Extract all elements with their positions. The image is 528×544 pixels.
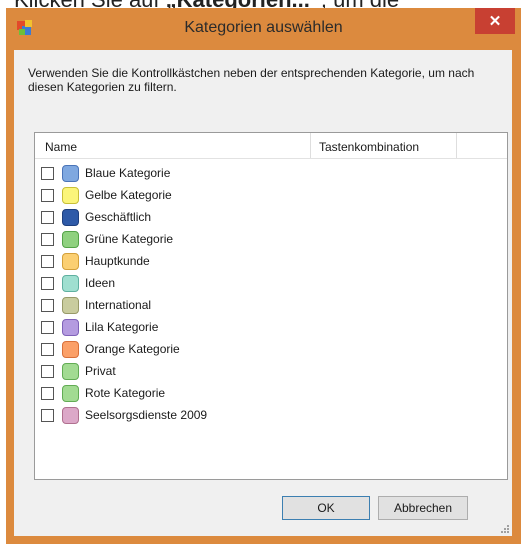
category-checkbox[interactable] — [41, 233, 54, 246]
category-row[interactable]: Hauptkunde — [35, 251, 507, 273]
category-checkbox[interactable] — [41, 255, 54, 268]
category-label: Hauptkunde — [85, 254, 150, 268]
category-checkbox[interactable] — [41, 387, 54, 400]
categories-dialog: Kategorien auswählen ✕ Verwenden Sie die… — [6, 8, 521, 544]
title-bar[interactable]: Kategorien auswählen ✕ — [6, 8, 521, 50]
category-list[interactable]: Name Tastenkombination Blaue Kategorie Ge… — [34, 132, 508, 480]
ok-button[interactable]: OK — [282, 496, 370, 520]
close-button[interactable]: ✕ — [475, 8, 515, 34]
category-label: Rote Kategorie — [85, 386, 166, 400]
category-row[interactable]: Blaue Kategorie — [35, 163, 507, 185]
category-label: Privat — [85, 364, 116, 378]
column-header-shortcut[interactable]: Tastenkombination — [311, 133, 457, 158]
category-color-swatch — [62, 253, 79, 270]
category-label: Grüne Kategorie — [85, 232, 174, 246]
category-row[interactable]: Lila Kategorie — [35, 317, 507, 339]
dialog-body: Verwenden Sie die Kontrollkästchen neben… — [14, 50, 512, 536]
category-color-swatch — [62, 275, 79, 292]
category-label: Orange Kategorie — [85, 342, 180, 356]
category-row[interactable]: International — [35, 295, 507, 317]
category-checkbox[interactable] — [41, 167, 54, 180]
category-label: Ideen — [85, 276, 116, 290]
dialog-title: Kategorien auswählen — [184, 19, 343, 36]
category-row[interactable]: Seelsorgsdienste 2009 — [35, 405, 507, 427]
category-row[interactable]: Ideen — [35, 273, 507, 295]
category-label: International — [85, 298, 152, 312]
category-checkbox[interactable] — [41, 277, 54, 290]
cancel-button[interactable]: Abbrechen — [378, 496, 468, 520]
category-checkbox[interactable] — [41, 189, 54, 202]
category-checkbox[interactable] — [41, 299, 54, 312]
category-color-swatch — [62, 231, 79, 248]
category-color-swatch — [62, 297, 79, 314]
resize-grip-icon[interactable] — [498, 522, 510, 534]
category-row[interactable]: Gelbe Kategorie — [35, 185, 507, 207]
category-color-swatch — [62, 407, 79, 424]
category-label: Seelsorgsdienste 2009 — [85, 408, 208, 422]
category-rows: Blaue Kategorie Gelbe Kategorie Geschäftli… — [35, 163, 507, 427]
list-header: Name Tastenkombination — [35, 133, 507, 159]
category-label: Geschäftlich — [85, 210, 152, 224]
category-row[interactable]: Rote Kategorie — [35, 383, 507, 405]
column-header-name[interactable]: Name — [35, 133, 311, 158]
category-color-swatch — [62, 319, 79, 336]
category-color-swatch — [62, 341, 79, 358]
category-color-swatch — [62, 209, 79, 226]
category-label: Gelbe Kategorie — [85, 188, 172, 202]
category-row[interactable]: Orange Kategorie — [35, 339, 507, 361]
instruction-text: Verwenden Sie die Kontrollkästchen neben… — [28, 66, 475, 94]
close-icon: ✕ — [488, 13, 502, 30]
category-checkbox[interactable] — [41, 211, 54, 224]
category-row[interactable]: Geschäftlich — [35, 207, 507, 229]
category-checkbox[interactable] — [41, 343, 54, 356]
category-row[interactable]: Grüne Kategorie — [35, 229, 507, 251]
category-checkbox[interactable] — [41, 365, 54, 378]
category-checkbox[interactable] — [41, 321, 54, 334]
category-row[interactable]: Privat — [35, 361, 507, 383]
category-checkbox[interactable] — [41, 409, 54, 422]
category-label: Lila Kategorie — [85, 320, 159, 334]
category-color-swatch — [62, 363, 79, 380]
category-color-swatch — [62, 165, 79, 182]
category-color-swatch — [62, 187, 79, 204]
category-color-swatch — [62, 385, 79, 402]
category-label: Blaue Kategorie — [85, 166, 171, 180]
